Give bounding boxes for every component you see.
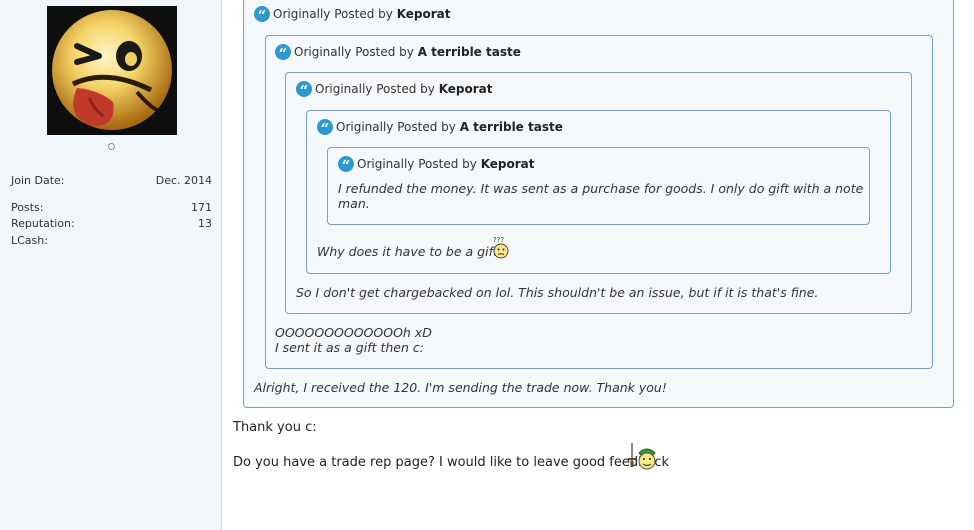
lcash-label: LCash: — [11, 234, 48, 247]
post-text-line-1: Thank you c: — [233, 420, 317, 435]
quote-text-level-2-line-2: I sent it as a gift then c: — [275, 340, 424, 355]
join-date-row: Join Date: Dec. 2014 — [11, 174, 212, 188]
quote-text-level-4: Why does it have to be a gift? — [317, 244, 505, 259]
quote-text-level-4-content: Why does it have to be a gift? — [317, 244, 505, 259]
post-text-line-2: Do you have a trade rep page? I would li… — [233, 455, 669, 470]
quote-author-link[interactable]: A terrible taste — [460, 120, 563, 134]
quote-prefix: Originally Posted by — [294, 45, 414, 59]
reputation-row: Reputation: 13 — [11, 217, 212, 231]
quote-prefix: Originally Posted by — [336, 120, 456, 134]
join-date-value: Dec. 2014 — [155, 174, 212, 187]
quote-author-link[interactable]: Keporat — [397, 7, 451, 21]
confused-smiley-icon: ??? — [492, 236, 510, 260]
quote-prefix: Originally Posted by — [357, 157, 477, 171]
quote-icon: “ — [254, 6, 270, 22]
quote-author-link[interactable]: Keporat — [481, 157, 535, 171]
posts-label: Posts: — [11, 201, 44, 214]
online-status-icon — [108, 143, 115, 150]
quote-prefix: Originally Posted by — [273, 7, 393, 21]
user-info-panel: Join Date: Dec. 2014 Posts: 171 Reputati… — [0, 0, 222, 530]
quote-header-level-2: “Originally Posted by A terrible taste — [275, 44, 521, 60]
quote-text-level-3: So I don't get chargebacked on lol. This… — [296, 285, 819, 300]
post-text-line-2-content: Do you have a trade rep page? I would li… — [233, 455, 670, 470]
quote-header-level-4: “Originally Posted by A terrible taste — [317, 119, 563, 135]
quote-icon: “ — [338, 156, 354, 172]
join-date-label: Join Date: — [11, 174, 65, 187]
quote-author-link[interactable]: A terrible taste — [418, 45, 521, 59]
sword-smiley-icon — [625, 441, 658, 471]
quote-text-level-5-line-1: I refunded the money. It was sent as a p… — [338, 181, 864, 196]
avatar[interactable] — [47, 6, 177, 135]
avatar-winking-tongue-face-icon — [47, 6, 177, 135]
quote-icon: “ — [296, 81, 312, 97]
posts-value: 171 — [191, 201, 212, 214]
quote-header-level-5: “Originally Posted by Keporat — [338, 156, 535, 172]
quote-prefix: Originally Posted by — [315, 82, 435, 96]
quote-text-level-5-line-2: man. — [338, 196, 370, 211]
quote-icon: “ — [275, 44, 291, 60]
reputation-label: Reputation: — [11, 217, 75, 230]
svg-text:???: ??? — [493, 236, 504, 244]
quote-header-level-3: “Originally Posted by Keporat — [296, 81, 493, 97]
quote-header-level-1: “Originally Posted by Keporat — [254, 6, 451, 22]
quote-author-link[interactable]: Keporat — [439, 82, 493, 96]
quote-icon: “ — [317, 119, 333, 135]
posts-row: Posts: 171 — [11, 201, 212, 215]
quote-text-level-2-line-1: OOOOOOOOOOOOOh xD — [275, 325, 432, 340]
quote-text-level-1: Alright, I received the 120. I'm sending… — [254, 380, 667, 395]
lcash-row: LCash: — [11, 234, 212, 248]
reputation-value: 13 — [198, 217, 212, 230]
